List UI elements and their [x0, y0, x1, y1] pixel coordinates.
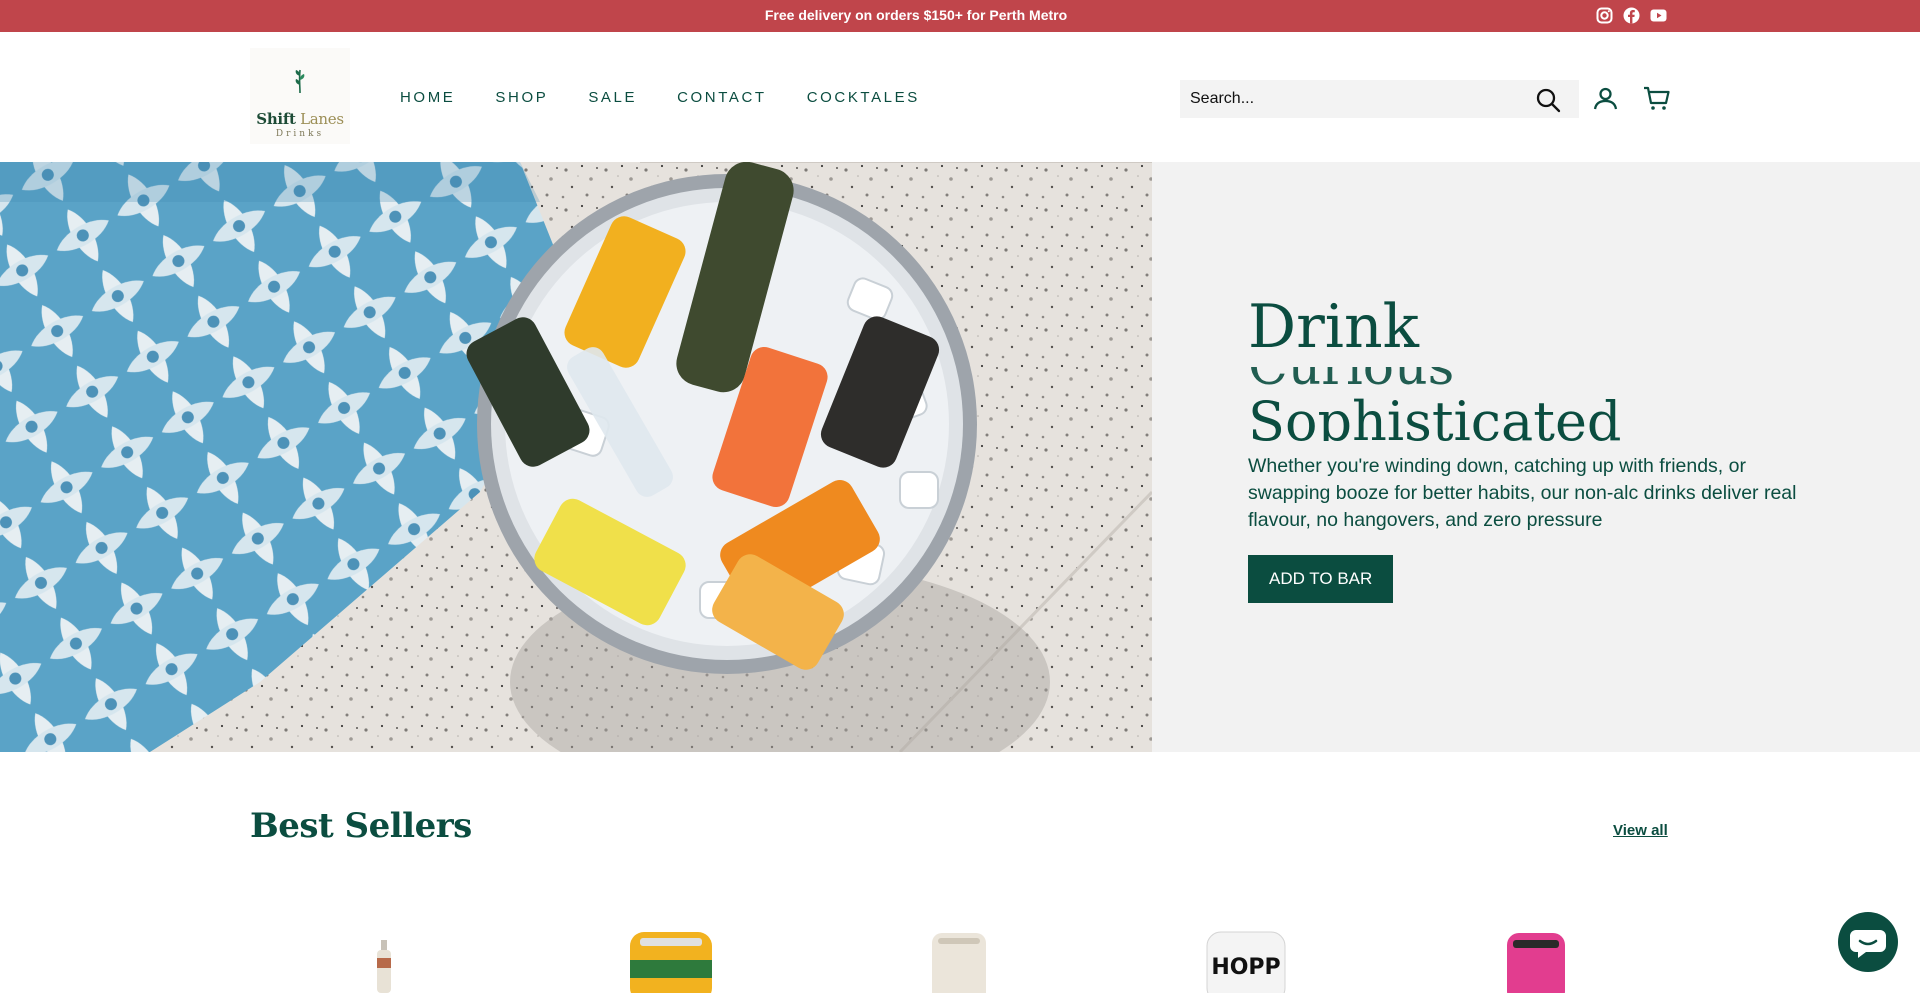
- hero-banner: Curious Drink Sophisticated Whether you'…: [0, 162, 1920, 752]
- main-nav: HOME SHOP SALE CONTACT COCKTALES: [400, 89, 920, 106]
- leaf-logo-icon: [295, 69, 305, 94]
- logo[interactable]: Shift Lanes Drinks: [250, 48, 350, 144]
- cart-icon[interactable]: [1643, 85, 1670, 112]
- product-can-5[interactable]: [1505, 930, 1567, 993]
- hero-title-line-3: Sophisticated: [1248, 390, 1622, 441]
- logo-wordmark: Shift Lanes: [250, 110, 350, 128]
- nav-shop[interactable]: SHOP: [495, 89, 548, 106]
- nav-sale[interactable]: SALE: [588, 89, 637, 106]
- facebook-icon[interactable]: [1623, 7, 1640, 24]
- search-input[interactable]: [1190, 80, 1520, 118]
- hero-subtitle: Whether you're winding down, catching up…: [1248, 455, 1797, 531]
- logo-wordmark-b: Lanes: [295, 110, 344, 128]
- hero-image: [0, 162, 1152, 752]
- product-can-2[interactable]: [628, 930, 714, 993]
- search-icon[interactable]: [1535, 87, 1561, 113]
- nav-contact[interactable]: CONTACT: [677, 89, 767, 106]
- instagram-icon[interactable]: [1596, 7, 1613, 24]
- announcement-text: Free delivery on orders $150+ for Perth …: [764, 7, 1068, 23]
- hero-illustration: [0, 162, 1152, 752]
- logo-subtitle: Drinks: [275, 129, 325, 139]
- add-to-bar-button[interactable]: ADD TO BAR: [1248, 555, 1394, 603]
- logo-wordmark-a: Shift: [256, 110, 296, 128]
- chat-bubble-icon: [1850, 930, 1886, 958]
- product-row: HOPP: [0, 930, 1920, 993]
- social-links: [1596, 7, 1667, 24]
- announcement-bar: Free delivery on orders $150+ for Perth …: [0, 0, 1920, 32]
- nav-home[interactable]: HOME: [400, 89, 455, 106]
- svg-text:HOPP: HOPP: [1211, 955, 1280, 980]
- site-header: Shift Lanes Drinks HOME SHOP SALE CONTAC…: [0, 32, 1920, 162]
- youtube-icon[interactable]: [1650, 7, 1667, 24]
- search-box: [1180, 80, 1579, 118]
- product-can-4[interactable]: HOPP: [1205, 930, 1287, 993]
- nav-cocktales[interactable]: COCKTALES: [807, 89, 920, 106]
- best-sellers-title: Best Sellers: [250, 806, 472, 846]
- hero-title-line-1: Drink: [1248, 292, 1419, 362]
- account-icon[interactable]: [1593, 86, 1618, 111]
- chat-widget-button[interactable]: [1838, 912, 1898, 972]
- view-all-link[interactable]: View all: [1613, 822, 1668, 839]
- product-bottle-1[interactable]: [372, 930, 396, 993]
- product-can-3[interactable]: [930, 930, 988, 993]
- hero-copy: Curious Drink Sophisticated Whether you'…: [1248, 162, 1808, 752]
